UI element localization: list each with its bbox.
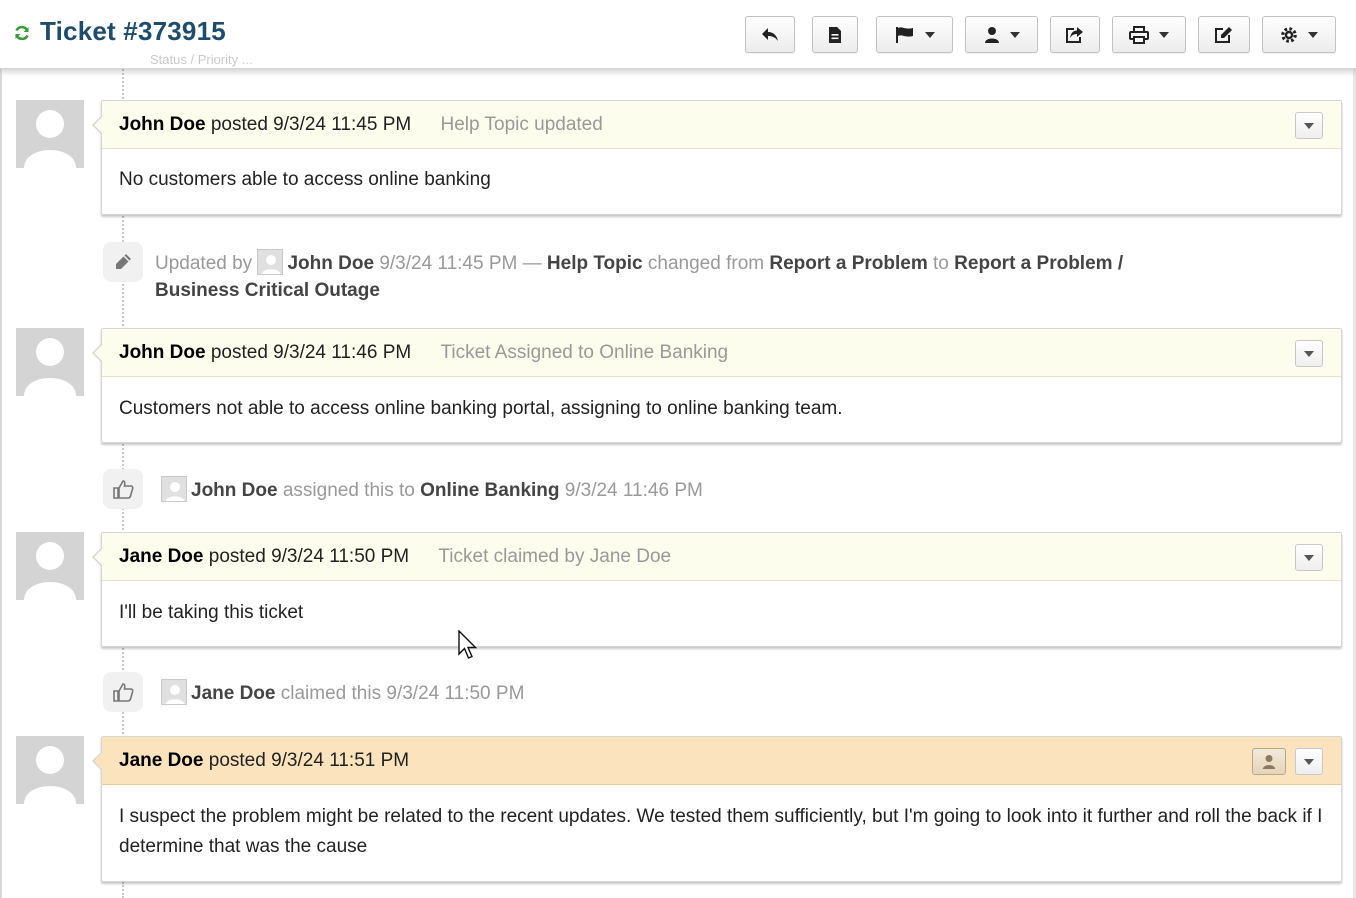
event-user[interactable]: John Doe: [191, 480, 278, 501]
thread-posted-time: posted 9/3/24 11:50 PM: [208, 546, 410, 567]
gear-icon: [1281, 26, 1297, 43]
assign-button[interactable]: [965, 16, 1038, 53]
post-note-button[interactable]: [812, 16, 858, 53]
thread-entry: John Doe posted 9/3/24 11:45 PM Help Top…: [92, 100, 1342, 215]
refresh-icon[interactable]: [13, 24, 31, 42]
event-action: assigned this to: [282, 480, 415, 501]
mouse-cursor-icon: [458, 630, 478, 659]
chevron-down-icon: [924, 31, 935, 38]
header-scrolled-ghost-text: Status / Priority ...: [150, 52, 253, 67]
event-user[interactable]: John Doe: [287, 253, 374, 274]
reply-button[interactable]: [745, 16, 795, 53]
thread-entry: Jane Doe posted 9/3/24 11:50 PM Ticket c…: [92, 532, 1342, 647]
chevron-down-icon: [1304, 350, 1314, 357]
thread-header: Jane Doe posted 9/3/24 11:50 PM Ticket c…: [92, 533, 1341, 581]
thread-body: No customers able to access online banki…: [119, 169, 491, 190]
thread-posted-time: posted 9/3/24 11:51 PM: [208, 750, 410, 771]
page-left-border: [0, 0, 2, 898]
event-time: 9/3/24 11:46 PM: [564, 480, 703, 501]
chevron-down-icon: [1304, 758, 1314, 765]
event-time: 9/3/24 11:50 PM: [386, 683, 525, 704]
thread-user-button[interactable]: [1252, 748, 1286, 775]
edit-icon: [1215, 26, 1232, 43]
ticket-header: Status / Priority ... Ticket #373915: [0, 0, 1356, 69]
thumbs-up-icon: [103, 672, 143, 712]
avatar: [257, 249, 284, 275]
thread-note: Help Topic updated: [440, 114, 603, 135]
flag-button[interactable]: [876, 16, 953, 53]
avatar: [161, 679, 187, 705]
pencil-icon: [103, 242, 143, 282]
event-old-value: Report a Problem: [769, 253, 928, 274]
event-action: claimed this: [280, 683, 382, 704]
thread-header: John Doe posted 9/3/24 11:45 PM Help Top…: [92, 101, 1341, 149]
thread-author[interactable]: John Doe: [119, 114, 206, 135]
thread-posted-time: posted 9/3/24 11:46 PM: [210, 342, 412, 363]
user-icon: [1262, 754, 1276, 769]
avatar: [16, 736, 84, 804]
avatar: [16, 532, 84, 600]
note-icon: [829, 26, 841, 43]
reply-icon: [762, 27, 778, 41]
avatar-placeholder-icon: [24, 542, 76, 600]
print-icon: [1129, 25, 1149, 44]
event-field: Help Topic: [546, 253, 643, 274]
event-user[interactable]: Jane Doe: [191, 683, 275, 704]
thread-author[interactable]: Jane Doe: [119, 750, 203, 771]
chevron-down-icon: [1304, 554, 1314, 561]
print-button[interactable]: [1112, 16, 1186, 53]
thread-body: Customers not able to access online bank…: [119, 398, 843, 419]
thread-body: I suspect the problem might be related t…: [119, 806, 1323, 857]
thread-posted-time: posted 9/3/24 11:45 PM: [210, 114, 412, 135]
chevron-down-icon: [1159, 31, 1169, 38]
chevron-down-icon: [1009, 31, 1020, 38]
avatar: [16, 100, 84, 168]
timeline-connector: [122, 69, 124, 99]
flag-icon: [895, 26, 913, 43]
thread-note: Ticket Assigned to Online Banking: [440, 342, 729, 363]
avatar: [16, 328, 84, 396]
event-new-value-cont: Business Critical Outage: [155, 280, 380, 301]
avatar-placeholder-icon: [24, 746, 76, 804]
thread-options-button[interactable]: [1295, 544, 1323, 571]
settings-button[interactable]: [1262, 16, 1336, 53]
thread-options-button[interactable]: [1295, 112, 1323, 139]
ticket-title[interactable]: Ticket #373915: [40, 16, 226, 47]
thumbs-up-icon: [103, 469, 143, 509]
avatar-placeholder-icon: [24, 338, 76, 396]
event-prefix: Updated by: [155, 253, 253, 274]
thread-options-button[interactable]: [1295, 748, 1323, 775]
edit-button[interactable]: [1198, 16, 1250, 53]
event-target: Online Banking: [420, 480, 560, 501]
share-icon: [1066, 26, 1083, 43]
thread-author[interactable]: John Doe: [119, 342, 206, 363]
chevron-down-icon: [1308, 31, 1318, 38]
avatar: [161, 476, 187, 502]
event-new-value: Report a Problem /: [954, 253, 1124, 274]
thread-author[interactable]: Jane Doe: [119, 546, 203, 567]
user-icon: [984, 26, 999, 43]
avatar-placeholder-icon: [24, 110, 76, 168]
thread-note: Ticket claimed by Jane Doe: [438, 546, 672, 567]
thread-entry: Jane Doe posted 9/3/24 11:51 PM I suspec…: [92, 736, 1342, 882]
thread-header: Jane Doe posted 9/3/24 11:51 PM: [92, 737, 1341, 785]
timeline-connector: [122, 882, 124, 898]
event-to: to: [933, 253, 949, 274]
thread-body: I'll be taking this ticket: [119, 602, 304, 623]
transfer-button[interactable]: [1050, 16, 1100, 53]
event-changed-from: changed from: [647, 253, 765, 274]
thread-entry: John Doe posted 9/3/24 11:46 PM Ticket A…: [92, 328, 1342, 443]
thread-header: John Doe posted 9/3/24 11:46 PM Ticket A…: [92, 329, 1341, 377]
thread-options-button[interactable]: [1295, 340, 1323, 367]
chevron-down-icon: [1304, 122, 1314, 129]
event-time: 9/3/24 11:45 PM —: [379, 253, 542, 274]
